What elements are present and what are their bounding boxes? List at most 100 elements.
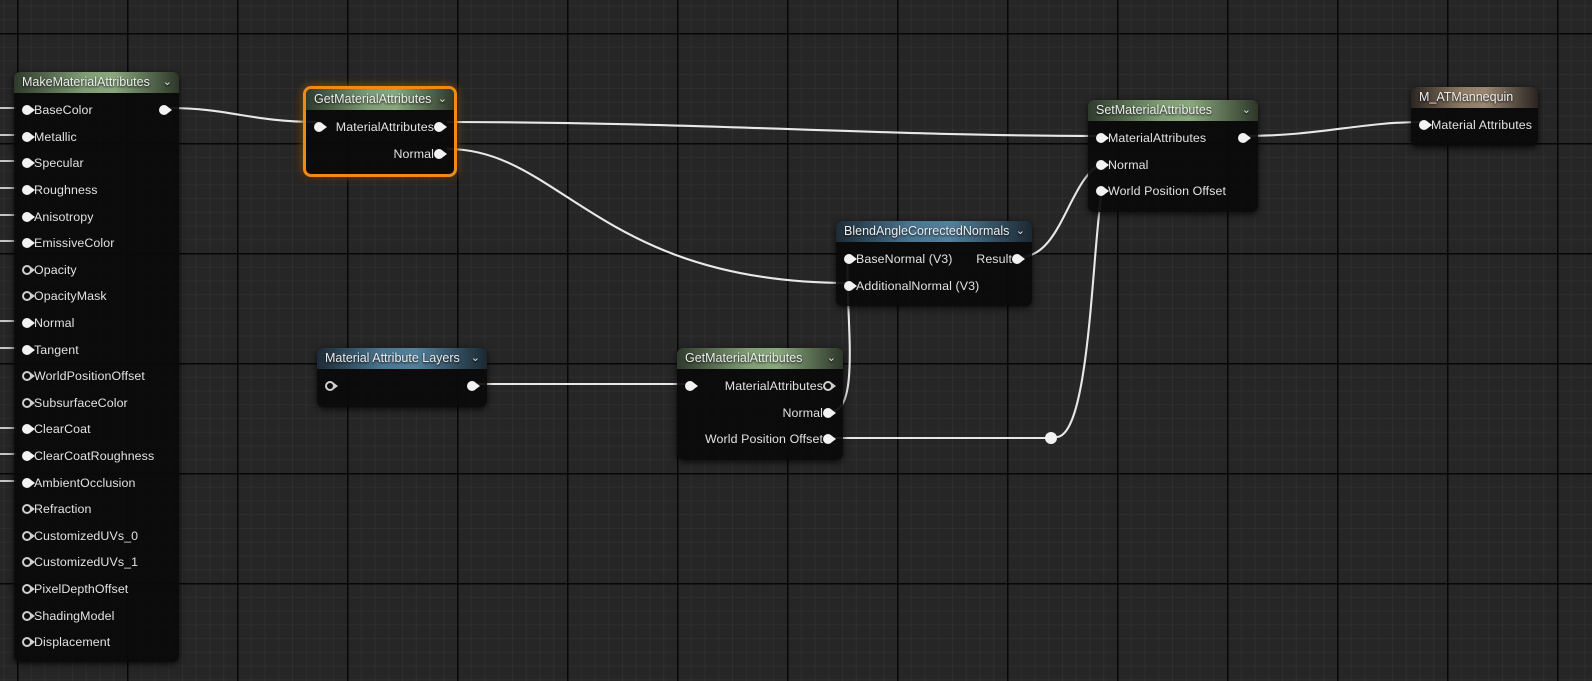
input-pin-material-attributes[interactable]	[1419, 120, 1432, 131]
input-pin-opacity[interactable]	[22, 264, 35, 275]
node-set_material_attributes[interactable]: SetMaterialAttributes ⌄ MaterialAttributes…	[1088, 100, 1258, 212]
input-pin-clearcoatroughness[interactable]	[22, 451, 35, 462]
input-pin-basenormal-v3-[interactable]	[844, 254, 857, 265]
node-m_atmannequin[interactable]: M_ATMannequin Material Attributes	[1411, 87, 1538, 146]
pin-arrow	[476, 383, 480, 390]
chevron-down-icon[interactable]: ⌄	[438, 89, 447, 110]
pin-row: ShadingModel	[14, 602, 179, 629]
node-get_material_attributes_bottom[interactable]: GetMaterialAttributes ⌄ MaterialAttributes…	[677, 348, 843, 460]
pin-row: WorldPositionOffset	[14, 363, 179, 390]
node-body-get_material_attributes_bottom: MaterialAttributes Normal World Position O…	[677, 369, 843, 460]
wire-getattrs-to-setattrs[interactable]	[446, 120, 1104, 138]
pin-row: World Position Offset	[677, 426, 843, 453]
pin-arrow	[443, 124, 447, 131]
node-header-make_material_attributes[interactable]: MakeMaterialAttributes ⌄	[14, 72, 179, 93]
node-title: GetMaterialAttributes	[685, 351, 803, 365]
pin-arrow	[31, 532, 35, 539]
pin-arrow	[31, 559, 35, 566]
input-pin-group: Displacement	[22, 635, 110, 649]
chevron-down-icon[interactable]: ⌄	[827, 348, 836, 369]
input-label-displacement: Displacement	[34, 635, 111, 650]
input-pin-tangent[interactable]	[22, 344, 35, 355]
output-pin-group	[467, 381, 480, 392]
pin-arrow	[31, 240, 35, 247]
output-pin-unnamed[interactable]	[1238, 133, 1251, 144]
input-pin-basecolor[interactable]	[22, 105, 35, 116]
input-pin-unnamed[interactable]	[325, 381, 338, 392]
node-title: GetMaterialAttributes	[314, 92, 432, 106]
input-pin-group: Specular	[22, 156, 84, 170]
pin-arrow	[1247, 135, 1251, 142]
input-pin-clearcoat[interactable]	[22, 424, 35, 435]
wire-getnormal-to-blend[interactable]	[446, 147, 850, 285]
input-pin-group: Roughness	[22, 183, 98, 197]
chevron-down-icon[interactable]: ⌄	[1242, 100, 1251, 121]
pin-arrow	[31, 320, 35, 327]
output-pin-materialattributes[interactable]	[159, 105, 172, 116]
input-label-shadingmodel: ShadingModel	[34, 608, 115, 623]
wire-knot-to-setwpo[interactable]	[1055, 188, 1104, 439]
chevron-down-icon[interactable]: ⌄	[163, 72, 172, 93]
material-graph-canvas[interactable]: MakeMaterialAttributes ⌄ BaseColor Metallic…	[0, 0, 1592, 681]
input-pin-normal[interactable]	[22, 318, 35, 329]
input-pin-emissivecolor[interactable]	[22, 238, 35, 249]
node-header-get_material_attributes_bottom[interactable]: GetMaterialAttributes ⌄	[677, 348, 843, 369]
pin-arrow	[31, 346, 35, 353]
chevron-down-icon[interactable]: ⌄	[1016, 221, 1025, 242]
input-pin-unnamed[interactable]	[685, 381, 698, 392]
node-header-set_material_attributes[interactable]: SetMaterialAttributes ⌄	[1088, 100, 1258, 121]
input-pin-refraction[interactable]	[22, 504, 35, 515]
input-pin-opacitymask[interactable]	[22, 291, 35, 302]
output-pin-materialattributes[interactable]	[823, 381, 836, 392]
input-pin-roughness[interactable]	[22, 185, 35, 196]
input-pin-displacement[interactable]	[22, 637, 35, 648]
input-pin-group: ClearCoat	[22, 422, 91, 436]
input-pin-group: Material Attributes	[1419, 118, 1532, 132]
node-blend_angle_corrected_normals[interactable]: BlendAngleCorrectedNormals ⌄ BaseNormal (V…	[836, 221, 1032, 307]
node-header-material_attribute_layers[interactable]: Material Attribute Layers ⌄	[317, 348, 487, 369]
input-pin-materialattributes[interactable]	[1096, 133, 1109, 144]
chevron-down-icon[interactable]: ⌄	[471, 348, 480, 369]
input-pin-group: MaterialAttributes	[1096, 131, 1206, 145]
input-pin-shadingmodel[interactable]	[22, 610, 35, 621]
input-label-opacity: Opacity	[34, 262, 77, 277]
input-pin-anisotropy[interactable]	[22, 211, 35, 222]
reroute-node-wpo-knot[interactable]	[1045, 432, 1057, 444]
output-pin-result[interactable]	[1012, 254, 1025, 265]
input-label-worldpositionoffset: WorldPositionOffset	[34, 369, 145, 384]
output-pin-materialattributes[interactable]	[434, 122, 447, 133]
node-header-blend_angle_corrected_normals[interactable]: BlendAngleCorrectedNormals ⌄	[836, 221, 1032, 242]
input-pin-unnamed[interactable]	[314, 122, 327, 133]
input-pin-pixeldepthoffset[interactable]	[22, 583, 35, 594]
output-label: Result	[976, 252, 1012, 267]
input-label: World Position Offset	[1108, 184, 1227, 199]
node-get_material_attributes_top[interactable]: GetMaterialAttributes ⌄ MaterialAttributes…	[303, 86, 457, 178]
input-pin-group: BaseColor	[22, 103, 93, 117]
wire-setattrs-to-mannequin[interactable]	[1241, 120, 1425, 138]
input-pin-group: Metallic	[22, 130, 77, 144]
input-pin-specular[interactable]	[22, 158, 35, 169]
input-pin-group: ShadingModel	[22, 609, 114, 623]
pin-row: Normal	[14, 310, 179, 337]
input-pin-worldpositionoffset[interactable]	[22, 371, 35, 382]
pin-row: CustomizedUVs_0	[14, 523, 179, 550]
input-pin-ambientocclusion[interactable]	[22, 477, 35, 488]
node-make_material_attributes[interactable]: MakeMaterialAttributes ⌄ BaseColor Metallic…	[14, 72, 179, 663]
node-title: SetMaterialAttributes	[1096, 103, 1213, 117]
input-pin-world-position-offset[interactable]	[1096, 186, 1109, 197]
input-label-metallic: Metallic	[34, 129, 77, 144]
input-pin-customizeduvs_1[interactable]	[22, 557, 35, 568]
node-header-m_atmannequin[interactable]: M_ATMannequin	[1411, 87, 1538, 108]
output-pin-world-position-offset[interactable]	[823, 434, 836, 445]
output-pin-normal[interactable]	[823, 407, 836, 418]
input-pin-normal[interactable]	[1096, 159, 1109, 170]
input-pin-additionalnormal-v3-[interactable]	[844, 280, 857, 291]
node-material_attribute_layers[interactable]: Material Attribute Layers ⌄	[317, 348, 487, 407]
output-pin-unnamed[interactable]	[467, 381, 480, 392]
output-pin-normal[interactable]	[434, 148, 447, 159]
input-pin-metallic[interactable]	[22, 131, 35, 142]
input-pin-customizeduvs_0[interactable]	[22, 530, 35, 541]
node-header-get_material_attributes_top[interactable]: GetMaterialAttributes ⌄	[306, 89, 454, 110]
wire-make-to-get[interactable]	[166, 106, 320, 124]
input-pin-subsurfacecolor[interactable]	[22, 397, 35, 408]
